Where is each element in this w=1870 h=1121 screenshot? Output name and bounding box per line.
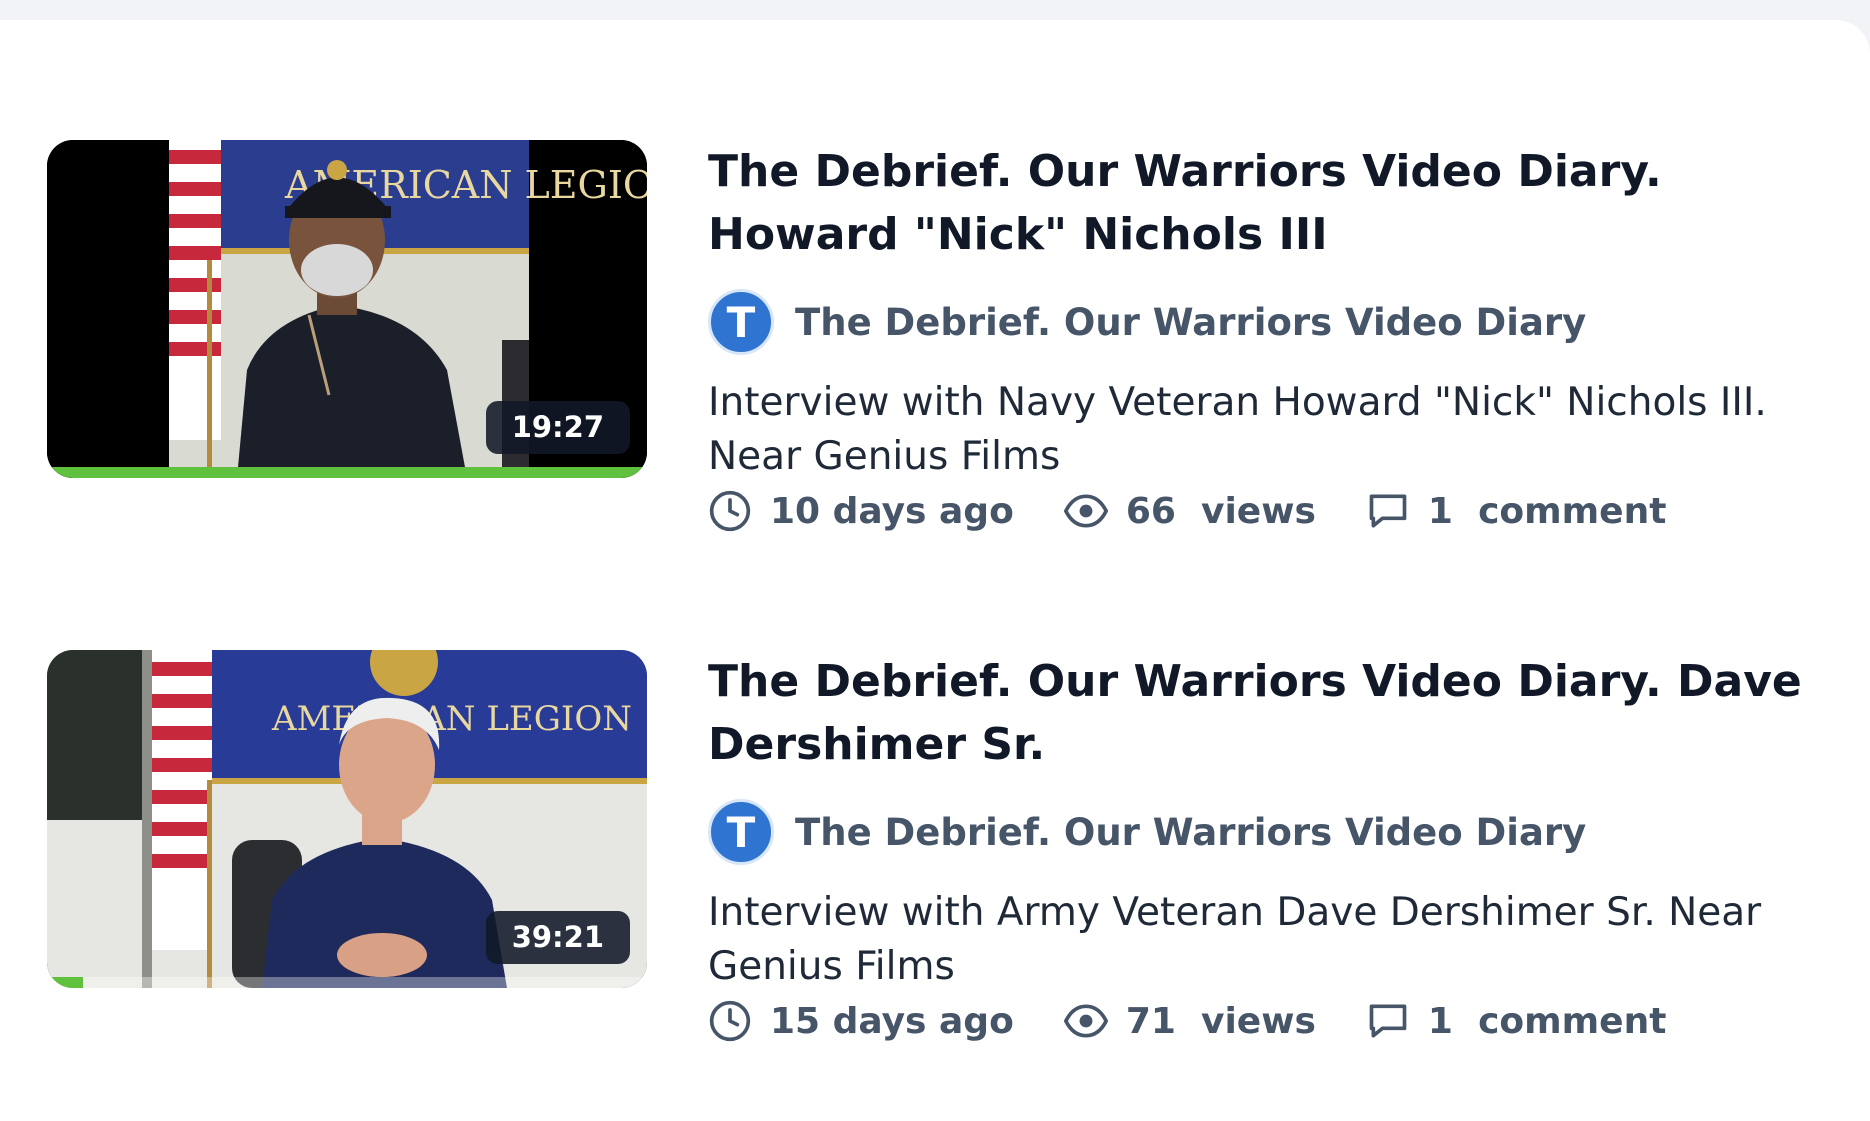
comments-count: 1	[1427, 1000, 1453, 1042]
flag	[152, 650, 212, 988]
watch-progress-bar	[47, 467, 647, 478]
video-info: The Debrief. Our Warriors Video Diary. D…	[708, 650, 1808, 1048]
channel-avatar[interactable]: T	[708, 289, 774, 355]
video-title[interactable]: The Debrief. Our Warriors Video Diary. D…	[708, 650, 1808, 776]
video-thumbnail[interactable]: AMERICAN LEGION	[47, 650, 647, 988]
watch-progress-fill	[47, 467, 647, 478]
views-label: views	[1201, 490, 1316, 532]
meta-views: 66 views	[1063, 489, 1316, 533]
duration-badge: 19:27	[485, 401, 630, 454]
meta-time: 10 days ago	[708, 489, 1014, 533]
watch-progress-bar	[47, 977, 647, 988]
comments-count: 1	[1427, 490, 1453, 532]
channel-name[interactable]: The Debrief. Our Warriors Video Diary	[795, 301, 1586, 344]
channel-name[interactable]: The Debrief. Our Warriors Video Diary	[795, 811, 1586, 854]
video-list-panel: AMERICAN LEGION	[0, 20, 1870, 1121]
time-ago: 10 days ago	[770, 490, 1014, 532]
video-description: Interview with Army Veteran Dave Dershim…	[708, 890, 1762, 989]
banner-text: AMERICAN LEGION	[271, 699, 632, 739]
video-title[interactable]: The Debrief. Our Warriors Video Diary. H…	[708, 140, 1808, 266]
views-count: 66	[1125, 490, 1176, 532]
time-ago: 15 days ago	[770, 1000, 1014, 1042]
flag	[169, 140, 221, 478]
video-info: The Debrief. Our Warriors Video Diary. H…	[708, 140, 1808, 538]
video-thumbnail[interactable]: AMERICAN LEGION	[47, 140, 647, 478]
channel-row[interactable]: T The Debrief. Our Warriors Video Diary	[708, 798, 1808, 866]
meta-comments[interactable]: 1 comment	[1366, 489, 1667, 533]
views-label: views	[1201, 1000, 1316, 1042]
comment-icon	[1369, 1004, 1407, 1038]
video-card: AMERICAN LEGION	[47, 140, 1827, 532]
video-meta: 15 days ago 71 views 1 comment	[708, 994, 1808, 1048]
views-count: 71	[1125, 1000, 1176, 1042]
eye-icon	[1063, 1004, 1108, 1038]
comments-label: comment	[1478, 490, 1667, 532]
video-meta: 10 days ago 66 views 1 comment	[708, 484, 1808, 538]
watch-progress-fill	[47, 977, 83, 988]
comments-label: comment	[1478, 1000, 1667, 1042]
duration-badge: 39:21	[485, 911, 630, 964]
meta-time: 15 days ago	[708, 999, 1014, 1043]
video-description: Interview with Navy Veteran Howard "Nick…	[708, 380, 1767, 479]
channel-row[interactable]: T The Debrief. Our Warriors Video Diary	[708, 288, 1808, 356]
channel-avatar[interactable]: T	[708, 799, 774, 865]
clock-icon	[709, 490, 751, 532]
clock-icon	[709, 1000, 751, 1042]
meta-views: 71 views	[1063, 999, 1316, 1043]
comment-icon	[1369, 494, 1407, 528]
eye-icon	[1063, 494, 1108, 528]
video-card: AMERICAN LEGION	[47, 650, 1827, 1042]
meta-comments[interactable]: 1 comment	[1366, 999, 1667, 1043]
